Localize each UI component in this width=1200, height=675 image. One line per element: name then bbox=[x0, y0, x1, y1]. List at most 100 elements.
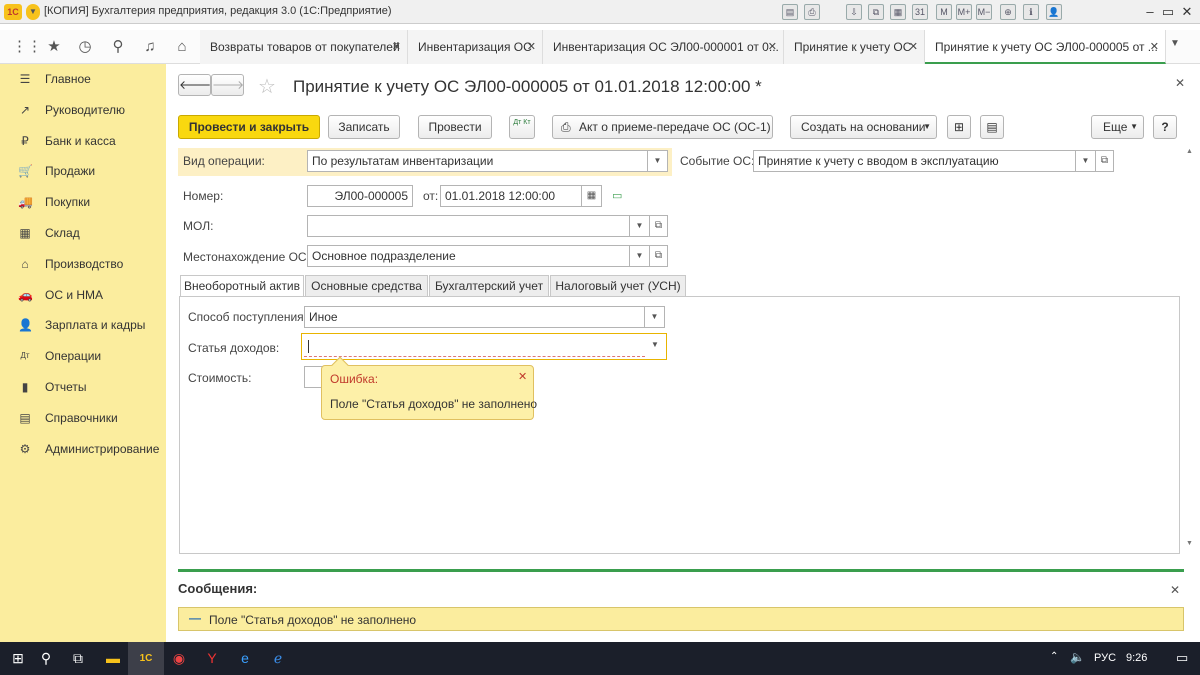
m-minus-icon[interactable]: M− bbox=[976, 4, 992, 20]
calendar-icon[interactable]: ▦ bbox=[582, 185, 602, 207]
tab-inventory[interactable]: Инвентаризация ОС ✕ bbox=[408, 30, 543, 64]
create-based-on-button[interactable]: Создать на основании ▼ bbox=[790, 115, 937, 139]
edge-icon[interactable]: e bbox=[227, 642, 263, 675]
search-icon[interactable]: ⚲ bbox=[107, 36, 129, 58]
minimize-button[interactable]: – bbox=[1140, 3, 1160, 21]
sidebar-item[interactable]: ▮ Отчеты bbox=[0, 372, 166, 402]
sidebar-item[interactable]: 🚗 ОС и НМА bbox=[0, 280, 166, 310]
print-icon[interactable]: ⎙ bbox=[804, 4, 820, 20]
close-tab-icon[interactable]: ✕ bbox=[768, 40, 777, 53]
tab-tax-usn[interactable]: Налоговый учет (УСН) bbox=[550, 275, 686, 297]
favorites-star-icon[interactable]: ★ bbox=[43, 36, 65, 58]
receipt-dropdown-icon[interactable]: ▼ bbox=[645, 306, 665, 328]
close-tab-icon[interactable]: ✕ bbox=[392, 40, 401, 53]
sidebar-item[interactable]: 🛒 Продажи bbox=[0, 156, 166, 186]
history-icon[interactable]: ◷ bbox=[74, 36, 96, 58]
income-item-field[interactable] bbox=[304, 335, 645, 357]
calendar-icon[interactable]: 31 bbox=[912, 4, 928, 20]
tab-acceptance-doc[interactable]: Принятие к учету ОС ЭЛ00-000005 от ... ✕ bbox=[925, 30, 1166, 64]
yandex-icon[interactable]: Y bbox=[194, 642, 230, 675]
help-button[interactable]: ? bbox=[1153, 115, 1177, 139]
bell-icon[interactable]: ♫ bbox=[139, 36, 161, 58]
zoom-icon[interactable]: ⊕ bbox=[1000, 4, 1016, 20]
sidebar-item[interactable]: ↗ Руководителю bbox=[0, 95, 166, 125]
tray-up-icon[interactable]: ⌃ bbox=[1050, 651, 1058, 662]
sections-grid-icon[interactable]: ⋮⋮ bbox=[12, 36, 42, 58]
location-open-icon[interactable]: ⧉ bbox=[650, 245, 668, 267]
export-icon[interactable]: ⇩ bbox=[846, 4, 862, 20]
op-type-dropdown-icon[interactable]: ▼ bbox=[648, 150, 668, 172]
task-view-icon[interactable]: ⧉ bbox=[60, 642, 96, 675]
notifications-icon[interactable]: ▭ bbox=[1176, 650, 1188, 666]
sidebar-item[interactable]: Дт Операции bbox=[0, 341, 166, 371]
sidebar-item[interactable]: ▦ Склад bbox=[0, 218, 166, 248]
tab-accounting[interactable]: Бухгалтерский учет bbox=[429, 275, 549, 297]
file-explorer-icon[interactable]: ▬ bbox=[95, 642, 131, 675]
info-icon[interactable]: ℹ bbox=[1023, 4, 1039, 20]
close-form-icon[interactable]: ✕ bbox=[1175, 76, 1185, 90]
message-row[interactable]: — Поле "Статья доходов" не заполнено bbox=[178, 607, 1184, 631]
structure-icon[interactable]: ⊞ bbox=[947, 115, 971, 139]
location-dropdown-icon[interactable]: ▼ bbox=[630, 245, 650, 267]
op-type-field[interactable]: По результатам инвентаризации bbox=[307, 150, 648, 172]
forward-button[interactable]: 🡒 bbox=[211, 74, 244, 96]
favorite-star-icon[interactable]: ☆ bbox=[258, 74, 276, 99]
sidebar-item[interactable]: ▤ Справочники bbox=[0, 403, 166, 433]
clock[interactable]: 9:26 bbox=[1126, 652, 1147, 664]
act-os1-button[interactable]: ⎙ Акт о приеме-передаче ОС (ОС-1) bbox=[552, 115, 773, 139]
copy-icon[interactable]: ⧉ bbox=[868, 4, 884, 20]
calc-icon[interactable]: ▦ bbox=[890, 4, 906, 20]
chrome-icon[interactable]: ◉ bbox=[161, 642, 197, 675]
scroll-down-icon[interactable]: ▼ bbox=[1186, 540, 1193, 547]
tab-acceptance[interactable]: Принятие к учету ОС ✕ bbox=[784, 30, 925, 64]
post-button[interactable]: Провести bbox=[418, 115, 492, 139]
home-icon[interactable]: ⌂ bbox=[171, 36, 193, 58]
tabs-menu-icon[interactable]: ▼ bbox=[1170, 38, 1180, 49]
sidebar-item[interactable]: ☰ Главное bbox=[0, 64, 166, 94]
user-icon[interactable]: 👤 bbox=[1046, 4, 1062, 20]
ie-icon[interactable]: ℯ bbox=[260, 642, 296, 675]
close-window-button[interactable]: ✕ bbox=[1177, 3, 1197, 21]
close-messages-icon[interactable]: ✕ bbox=[1170, 583, 1180, 597]
volume-icon[interactable]: 🔈 bbox=[1070, 650, 1085, 664]
maximize-button[interactable]: ▭ bbox=[1158, 3, 1178, 21]
number-field[interactable]: ЭЛ00-000005 bbox=[307, 185, 413, 207]
receipt-method-field[interactable]: Иное bbox=[304, 306, 645, 328]
tab-returns[interactable]: Возвраты товаров от покупателей ✕ bbox=[200, 30, 408, 64]
event-dropdown-icon[interactable]: ▼ bbox=[1076, 150, 1096, 172]
sidebar-item[interactable]: 👤 Зарплата и кадры bbox=[0, 310, 166, 340]
back-button[interactable]: 🡐 bbox=[178, 74, 211, 96]
tab-fixed-assets[interactable]: Основные средства bbox=[305, 275, 428, 297]
save-icon[interactable]: ▤ bbox=[782, 4, 798, 20]
sidebar-item[interactable]: ⌂ Производство bbox=[0, 249, 166, 279]
post-and-close-button[interactable]: Провести и закрыть bbox=[178, 115, 320, 139]
sidebar-item[interactable]: ₽ Банк и касса bbox=[0, 126, 166, 156]
language-indicator[interactable]: РУС bbox=[1094, 652, 1116, 664]
tab-noncurrent-asset[interactable]: Внеоборотный актив bbox=[180, 275, 304, 297]
edit-number-icon[interactable]: ▭ bbox=[612, 189, 622, 202]
m-plus-icon[interactable]: M+ bbox=[956, 4, 972, 20]
m-icon[interactable]: M bbox=[936, 4, 952, 20]
tooltip-close-icon[interactable]: ✕ bbox=[518, 370, 527, 383]
mol-field[interactable] bbox=[307, 215, 630, 237]
main-menu-button[interactable]: ▼ bbox=[26, 4, 40, 20]
scroll-up-icon[interactable]: ▲ bbox=[1186, 148, 1193, 155]
event-open-icon[interactable]: ⧉ bbox=[1096, 150, 1114, 172]
close-tab-icon[interactable]: ✕ bbox=[527, 40, 536, 53]
event-field[interactable]: Принятие к учету с вводом в эксплуатацию bbox=[753, 150, 1076, 172]
more-button[interactable]: Еще ▼ bbox=[1091, 115, 1144, 139]
close-tab-icon[interactable]: ✕ bbox=[909, 40, 918, 53]
close-tab-icon[interactable]: ✕ bbox=[1150, 40, 1159, 53]
tab-inventory-doc[interactable]: Инвентаризация ОС ЭЛ00-000001 от 0... ✕ bbox=[543, 30, 784, 64]
mol-dropdown-icon[interactable]: ▼ bbox=[630, 215, 650, 237]
sidebar-item[interactable]: 🚚 Покупки bbox=[0, 187, 166, 217]
location-field[interactable]: Основное подразделение bbox=[307, 245, 630, 267]
save-button[interactable]: Записать bbox=[328, 115, 400, 139]
sidebar-item[interactable]: ⚙ Администрирование bbox=[0, 434, 166, 464]
income-dropdown-icon[interactable]: ▼ bbox=[645, 335, 665, 357]
report-icon[interactable]: ▤ bbox=[980, 115, 1004, 139]
dt-kt-button[interactable]: Дт Кт bbox=[509, 115, 535, 139]
date-field[interactable]: 01.01.2018 12:00:00 bbox=[440, 185, 582, 207]
mol-open-icon[interactable]: ⧉ bbox=[650, 215, 668, 237]
search-icon[interactable]: ⚲ bbox=[28, 642, 64, 675]
